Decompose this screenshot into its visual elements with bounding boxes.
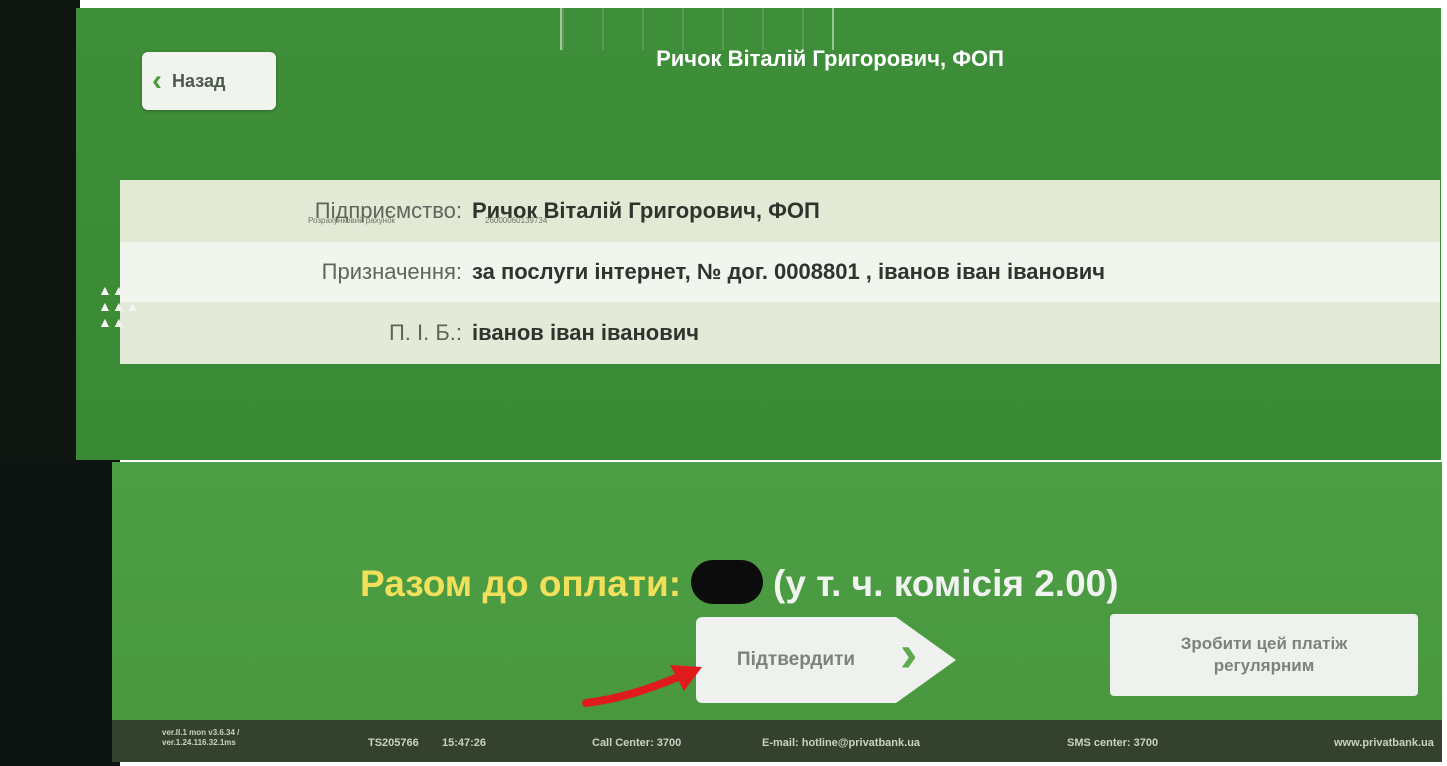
sms-center: SMS center: 3700 bbox=[1067, 737, 1159, 749]
total-label: Разом до оплати: bbox=[360, 563, 682, 604]
detail-value: іванов іван іванович bbox=[472, 320, 700, 345]
terminal-id: TS205766 bbox=[368, 737, 419, 749]
detail-label: П. І. Б.: bbox=[388, 320, 462, 345]
status-bar: ver.II.1 mon v3.6.34 / ver.1.24.116.32.1… bbox=[112, 720, 1442, 762]
screen-edge-arrows-icon: ▲▲ ▲▲▲ ▲▲ bbox=[98, 282, 140, 330]
detail-row-name: П. І. Б.: іванов іван іванович bbox=[120, 302, 1440, 364]
website: www.privatbank.ua bbox=[1334, 737, 1434, 749]
version-info: ver.II.1 mon v3.6.34 / ver.1.24.116.32.1… bbox=[162, 728, 240, 747]
detail-row-purpose: Призначення: за послуги інтернет, № дог.… bbox=[120, 242, 1440, 302]
redacted-amount bbox=[691, 560, 764, 604]
detail-value: за послуги інтернет, № дог. 0008801 , ів… bbox=[472, 259, 1106, 284]
back-button-label: Назад bbox=[172, 70, 226, 91]
red-annotation-arrow-icon bbox=[582, 665, 702, 707]
clock: 15:47:26 bbox=[442, 737, 487, 749]
account-sublabel: Розрахунковий рахунок bbox=[308, 216, 396, 225]
detail-label: Підприємство: bbox=[314, 198, 462, 223]
support-email: E-mail: hotline@privatbank.ua bbox=[762, 737, 921, 749]
confirm-button[interactable]: Підтвердити bbox=[696, 617, 896, 703]
payment-details-panel: Підприємство: Ричок Віталій Григорович, … bbox=[120, 180, 1440, 364]
screen-glare bbox=[560, 8, 834, 50]
call-center: Call Center: 3700 bbox=[592, 737, 682, 749]
confirm-button-label: Підтвердити bbox=[736, 649, 856, 670]
back-button[interactable]: ‹ Назад bbox=[142, 52, 276, 110]
page-title: Ричок Віталій Григорович, ФОП bbox=[656, 46, 1004, 71]
make-regular-payment-button[interactable]: Зробити цей платіж регулярним bbox=[1110, 614, 1418, 696]
chevron-right-icon: › bbox=[900, 625, 918, 683]
detail-row-company: Підприємство: Ричок Віталій Григорович, … bbox=[120, 180, 1440, 242]
make-regular-payment-label: Зробити цей платіж регулярним bbox=[1180, 634, 1348, 675]
commission-text: (у т. ч. комісія 2.00) bbox=[773, 563, 1119, 604]
kiosk-bezel-lower bbox=[0, 460, 120, 766]
total-amount-line: Разом до оплати: (у т. ч. комісія 2.00) bbox=[360, 560, 1119, 605]
kiosk-bezel bbox=[0, 0, 80, 460]
detail-label: Призначення: bbox=[321, 259, 462, 284]
chevron-left-icon: ‹ bbox=[152, 64, 162, 97]
account-number: 26000060139734 bbox=[485, 216, 548, 225]
